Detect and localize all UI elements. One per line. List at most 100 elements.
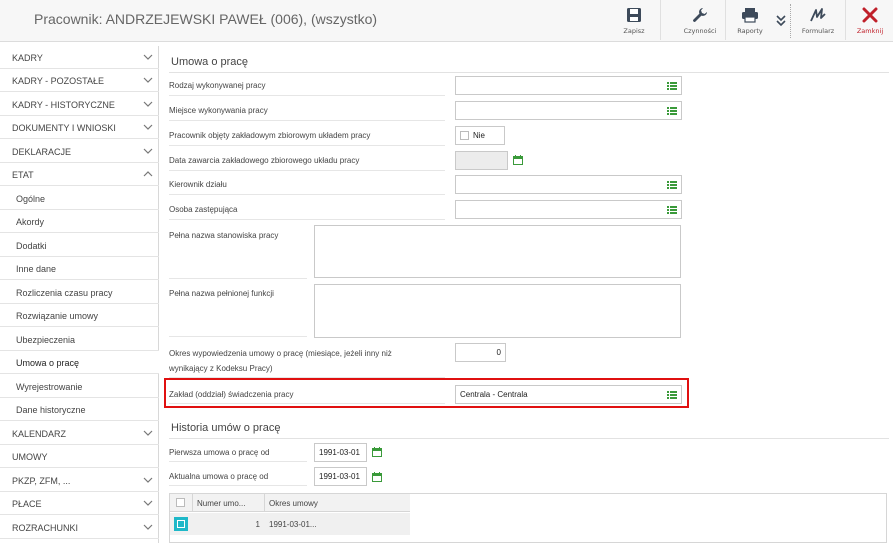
substitute-label: Osoba zastępująca bbox=[169, 205, 238, 214]
form-button[interactable]: Formularz bbox=[794, 0, 842, 40]
chevron-down-icon bbox=[143, 500, 153, 506]
chevron-down-icon bbox=[143, 54, 153, 60]
sidebar-item-label: Ubezpieczenia bbox=[16, 335, 76, 345]
sidebar-item-ubezpieczenia[interactable]: Ubezpieczenia bbox=[0, 328, 159, 351]
function-full-name-textarea[interactable] bbox=[314, 284, 681, 338]
list-icon[interactable] bbox=[667, 82, 677, 90]
sidebar-item-label: Akordy bbox=[16, 217, 45, 227]
save-button[interactable]: Zapisz bbox=[610, 0, 658, 40]
sidebar-item-dane-historyczne[interactable]: Dane historyczne bbox=[0, 398, 159, 421]
row-selector[interactable] bbox=[174, 517, 188, 531]
position-full-name-label: Pełna nazwa stanowiska pracy bbox=[169, 231, 279, 240]
sidebar-item-label: PKZP, ZFM, ... bbox=[12, 476, 71, 486]
first-contract-label: Pierwsza umowa o pracę od bbox=[169, 448, 270, 457]
list-icon[interactable] bbox=[667, 107, 677, 115]
chevron-down-icon bbox=[143, 101, 153, 107]
work-type-label: Rodzaj wykonywanej pracy bbox=[169, 81, 266, 90]
sidebar-item-ogolne[interactable]: Ogólne bbox=[0, 187, 159, 210]
history-section-title: Historia umów o pracę bbox=[171, 422, 281, 434]
calendar-icon[interactable] bbox=[513, 155, 523, 165]
reports-button[interactable]: Raporty bbox=[726, 0, 774, 40]
calendar-icon[interactable] bbox=[372, 472, 382, 482]
chevron-down-icon bbox=[143, 477, 153, 483]
sidebar-item-label: Dane historyczne bbox=[16, 405, 86, 415]
sidebar-item-umowa-o-prace[interactable]: Umowa o pracę bbox=[0, 351, 159, 374]
manager-field[interactable] bbox=[455, 175, 682, 194]
close-button[interactable]: Zamknij bbox=[846, 0, 893, 40]
list-icon[interactable] bbox=[667, 391, 677, 399]
substitute-field[interactable] bbox=[455, 200, 682, 219]
workplace-unit-label: Zakład (oddział) świadczenia pracy bbox=[169, 390, 294, 399]
table-header: Numer umo... Okres umowy bbox=[170, 494, 410, 512]
sidebar-item-kadry[interactable]: KADRY bbox=[0, 46, 159, 69]
sidebar-item-kalendarz[interactable]: KALENDARZ bbox=[0, 422, 159, 445]
chevron-down-icon bbox=[143, 124, 153, 130]
sidebar-item-rozrachunki[interactable]: ROZRACHUNKI bbox=[0, 516, 159, 539]
sidebar-item-rozliczenia[interactable]: Rozliczenia czasu pracy bbox=[0, 281, 159, 304]
table-row[interactable]: 1 1991-03-01... bbox=[170, 513, 410, 535]
close-label: Zamknij bbox=[856, 27, 884, 35]
sidebar-item-label: Inne dane bbox=[16, 264, 57, 274]
sidebar-item-dodatki[interactable]: Dodatki bbox=[0, 234, 159, 257]
sidebar-item-label: KADRY - HISTORYCZNE bbox=[12, 100, 115, 110]
chevron-down-icon bbox=[143, 77, 153, 83]
sidebar-item-label: PŁACE bbox=[12, 499, 42, 509]
work-place-label: Miejsce wykonywania pracy bbox=[169, 106, 268, 115]
sidebar-item-rozwiazanie[interactable]: Rozwiązanie umowy bbox=[0, 304, 159, 327]
sidebar-item-place[interactable]: PŁACE bbox=[0, 492, 159, 515]
sidebar-item-kadry-historyczne[interactable]: KADRY - HISTORYCZNE bbox=[0, 93, 159, 116]
column-header-period[interactable]: Okres umowy bbox=[269, 499, 318, 508]
contract-history-table: Numer umo... Okres umowy 1 1991-03-01... bbox=[169, 493, 887, 543]
sidebar-item-wyrejestrowanie[interactable]: Wyrejestrowanie bbox=[0, 375, 159, 398]
calendar-icon[interactable] bbox=[372, 447, 382, 457]
sidebar-item-label: UMOWY bbox=[12, 452, 48, 462]
collective-agreement-value: Nie bbox=[473, 131, 486, 140]
collective-date-field bbox=[455, 151, 508, 170]
sidebar-item-akordy[interactable]: Akordy bbox=[0, 210, 159, 233]
chevron-up-icon bbox=[143, 171, 153, 177]
list-icon[interactable] bbox=[667, 206, 677, 214]
collective-agreement-checkbox[interactable] bbox=[460, 131, 469, 140]
sidebar-item-deklaracje[interactable]: DEKLARACJE bbox=[0, 140, 159, 163]
signature-icon bbox=[794, 6, 842, 24]
first-contract-field: 1991-03-01 bbox=[314, 443, 367, 462]
floppy-disk-icon bbox=[610, 6, 658, 24]
sidebar-item-kadry-pozostale[interactable]: KADRY - POZOSTAŁE bbox=[0, 69, 159, 92]
sidebar-item-label: ROZRACHUNKI bbox=[12, 523, 79, 533]
collective-agreement-checkbox-field[interactable]: Nie bbox=[455, 126, 505, 145]
select-all-checkbox[interactable] bbox=[176, 498, 185, 507]
sidebar-item-label: Wyrejestrowanie bbox=[16, 382, 83, 392]
close-icon bbox=[846, 6, 893, 24]
chevron-down-icon bbox=[143, 524, 153, 530]
workplace-unit-field[interactable]: Centrala - Centrala bbox=[455, 385, 682, 404]
current-contract-field: 1991-03-01 bbox=[314, 467, 367, 486]
sidebar-item-dokumenty[interactable]: DOKUMENTY I WNIOSKI bbox=[0, 116, 159, 139]
reports-label: Raporty bbox=[737, 27, 763, 35]
sidebar-item-inne-dane[interactable]: Inne dane bbox=[0, 257, 159, 280]
printer-icon bbox=[726, 6, 774, 24]
sidebar-item-label: Rozliczenia czasu pracy bbox=[16, 288, 113, 298]
chevron-down-icon bbox=[143, 430, 153, 436]
sidebar-item-label: DEKLARACJE bbox=[12, 147, 72, 157]
collective-agreement-label: Pracownik objęty zakładowym zbiorowym uk… bbox=[169, 131, 371, 140]
chevron-down-icon bbox=[143, 148, 153, 154]
reports-dropdown-chevron-icon[interactable] bbox=[775, 10, 787, 30]
contract-section-title: Umowa o pracę bbox=[171, 56, 249, 68]
sidebar-item-label: Ogólne bbox=[16, 194, 46, 204]
sidebar-item-pkzp[interactable]: PKZP, ZFM, ... bbox=[0, 469, 159, 492]
column-header-number[interactable]: Numer umo... bbox=[197, 499, 245, 508]
work-place-field[interactable] bbox=[455, 101, 682, 120]
current-contract-label: Aktualna umowa o pracę od bbox=[169, 472, 269, 481]
position-full-name-textarea[interactable] bbox=[314, 225, 681, 278]
notice-period-field[interactable]: 0 bbox=[455, 343, 506, 362]
sidebar-item-etat[interactable]: ETAT bbox=[0, 163, 159, 186]
sidebar-item-label: Dodatki bbox=[16, 241, 47, 251]
actions-button[interactable]: Czynności bbox=[676, 0, 724, 40]
list-icon[interactable] bbox=[667, 181, 677, 189]
row-number: 1 bbox=[255, 520, 260, 529]
sidebar-item-label: KALENDARZ bbox=[12, 429, 67, 439]
page-title: Pracownik: ANDRZEJEWSKI PAWEŁ (006), (ws… bbox=[34, 11, 378, 27]
sidebar-item-umowy[interactable]: UMOWY bbox=[0, 445, 159, 468]
work-type-field[interactable] bbox=[455, 76, 682, 95]
function-full-name-label: Pełna nazwa pełnionej funkcji bbox=[169, 289, 274, 298]
